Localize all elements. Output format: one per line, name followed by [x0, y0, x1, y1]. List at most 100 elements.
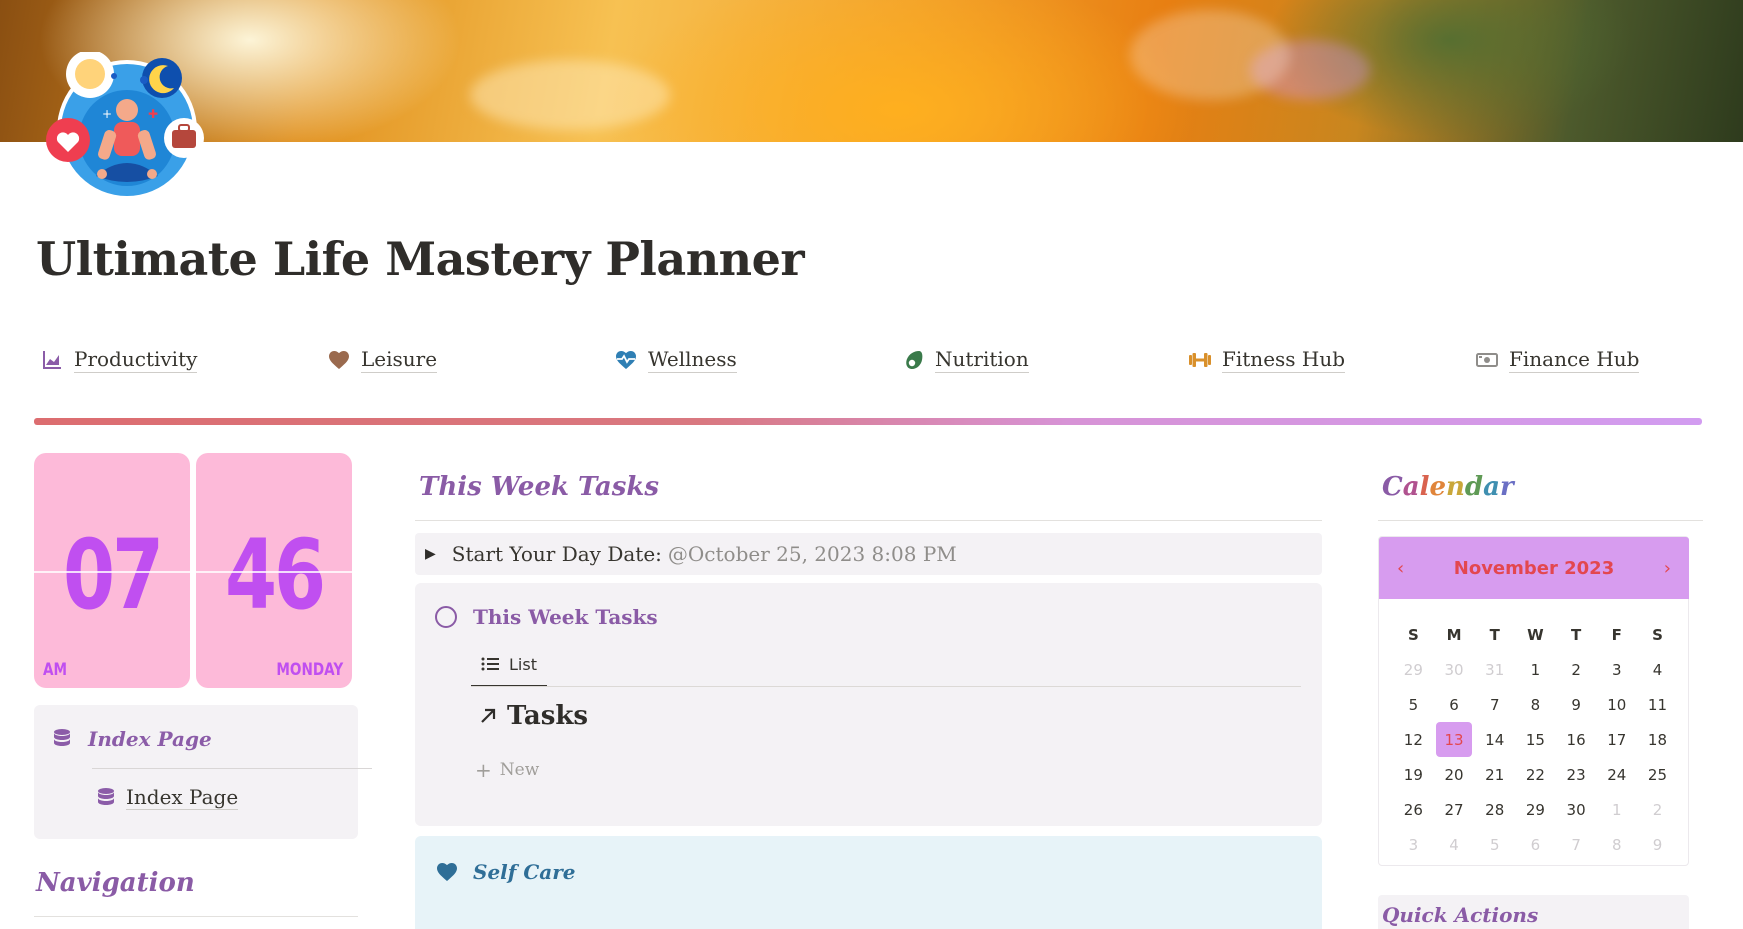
calendar-month-label: November 2023 — [1453, 557, 1615, 579]
calendar-day[interactable]: 27 — [1434, 792, 1475, 827]
view-tab-label: List — [509, 654, 537, 674]
clock-weekday: MONDAY — [276, 660, 344, 680]
arrow-up-right-icon — [481, 708, 496, 723]
database-icon — [54, 729, 70, 746]
calendar-day[interactable]: 30 — [1434, 652, 1475, 687]
clock-split-line — [34, 571, 190, 573]
calendar-day[interactable]: 7 — [1474, 687, 1515, 722]
calendar-day[interactable]: 12 — [1393, 722, 1434, 757]
calendar-day[interactable]: 7 — [1556, 827, 1597, 862]
quick-actions-card: Quick Actions — [1378, 895, 1689, 929]
nav-link-leisure[interactable]: Leisure — [327, 347, 438, 373]
tasks-card-heading: This Week Tasks — [473, 605, 658, 629]
calendar-day[interactable]: 22 — [1515, 757, 1556, 792]
calendar-day[interactable]: 8 — [1515, 687, 1556, 722]
tasks-database-link[interactable]: Tasks — [477, 701, 588, 731]
calendar-day[interactable]: 2 — [1556, 652, 1597, 687]
new-task-button[interactable]: + New — [475, 758, 539, 782]
divider — [471, 686, 1301, 687]
start-day-toggle[interactable]: ▶ Start Your Day Date: @October 25, 2023… — [415, 533, 1322, 575]
calendar-day[interactable]: 30 — [1556, 792, 1597, 827]
calendar-day[interactable]: 19 — [1393, 757, 1434, 792]
heartbeat-icon — [616, 351, 636, 369]
circle-icon — [435, 606, 457, 628]
calendar-day[interactable]: 17 — [1596, 722, 1637, 757]
calendar-day[interactable]: 14 — [1474, 722, 1515, 757]
nav-link-fitness-hub[interactable]: Fitness Hub — [1188, 347, 1346, 373]
calendar-day[interactable]: 29 — [1393, 652, 1434, 687]
calendar-day[interactable]: 1 — [1596, 792, 1637, 827]
calendar-day[interactable]: 15 — [1515, 722, 1556, 757]
self-care-card: Self Care — [415, 836, 1322, 929]
divider — [415, 520, 1322, 521]
nav-link-productivity[interactable]: Productivity — [40, 347, 198, 373]
weekday-label: S — [1652, 625, 1663, 644]
calendar-day[interactable]: 5 — [1474, 827, 1515, 862]
calendar-day[interactable]: 20 — [1434, 757, 1475, 792]
calendar-day[interactable]: 21 — [1474, 757, 1515, 792]
quick-actions-heading: Quick Actions — [1382, 903, 1539, 927]
date-mention[interactable]: @October 25, 2023 8:08 PM — [668, 542, 957, 566]
calendar-day[interactable]: 6 — [1515, 827, 1556, 862]
new-label: New — [499, 760, 540, 780]
weekday-label: S — [1407, 625, 1419, 644]
calendar-day[interactable]: 16 — [1556, 722, 1597, 757]
calendar-day[interactable]: 2 — [1637, 792, 1678, 827]
weekday-label: F — [1611, 625, 1622, 644]
calendar-day[interactable]: 4 — [1637, 652, 1678, 687]
chart-icon — [43, 351, 61, 369]
calendar-day[interactable]: 26 — [1393, 792, 1434, 827]
nav-link-wellness[interactable]: Wellness — [614, 347, 737, 373]
calendar-day[interactable]: 24 — [1596, 757, 1637, 792]
navigation-heading: Navigation — [36, 868, 195, 898]
calendar-day[interactable]: 11 — [1637, 687, 1678, 722]
gradient-divider — [34, 418, 1702, 425]
database-icon — [98, 787, 114, 805]
calendar-header: ‹ November 2023 › — [1379, 537, 1689, 599]
clock-hour: 07 — [63, 519, 164, 631]
next-month-button[interactable]: › — [1664, 558, 1671, 579]
calendar-day[interactable]: 28 — [1474, 792, 1515, 827]
prev-month-button[interactable]: ‹ — [1397, 558, 1404, 579]
index-heading-label: Index Page — [88, 727, 212, 751]
calendar-day[interactable]: 23 — [1556, 757, 1597, 792]
calendar-day[interactable]: 9 — [1556, 687, 1597, 722]
week-heading: This Week Tasks — [419, 472, 660, 502]
money-icon — [1476, 353, 1498, 367]
calendar-day[interactable]: 3 — [1596, 652, 1637, 687]
calendar-day[interactable]: 3 — [1393, 827, 1434, 862]
page-title: Ultimate Life Mastery Planner — [36, 232, 805, 286]
clock-hour-card: 07 AM — [34, 453, 190, 688]
calendar-day[interactable]: 29 — [1515, 792, 1556, 827]
clock-minute: 46 — [225, 519, 326, 631]
calendar-day[interactable]: 10 — [1596, 687, 1637, 722]
view-tab-list[interactable]: List — [471, 643, 547, 687]
tasks-database-title: Tasks — [507, 701, 588, 731]
index-page-link[interactable]: Index Page — [96, 785, 239, 810]
calendar-day[interactable]: 1 — [1515, 652, 1556, 687]
avocado-icon — [906, 351, 923, 369]
divider — [1378, 520, 1703, 521]
calendar-day[interactable]: 5 — [1393, 687, 1434, 722]
weekday-label: T — [1570, 625, 1582, 644]
index-heading[interactable]: Index Page — [52, 727, 212, 751]
toggle-triangle-icon[interactable]: ▶ — [425, 546, 436, 562]
calendar-day[interactable]: 25 — [1637, 757, 1678, 792]
nav-link-label: Finance Hub — [1509, 347, 1640, 373]
calendar-day[interactable]: 8 — [1596, 827, 1637, 862]
calendar-day[interactable]: 18 — [1637, 722, 1678, 757]
nav-link-label: Wellness — [648, 347, 737, 373]
calendar-day[interactable]: 4 — [1434, 827, 1475, 862]
nav-link-label: Productivity — [74, 347, 198, 373]
weekday-label: W — [1527, 625, 1544, 644]
calendar-day[interactable]: 6 — [1434, 687, 1475, 722]
self-care-heading: Self Care — [473, 860, 576, 884]
heart-icon — [437, 863, 457, 881]
calendar-day[interactable]: 9 — [1637, 827, 1678, 862]
calendar-day-today[interactable]: 13 — [1435, 722, 1473, 757]
nav-link-nutrition[interactable]: Nutrition — [901, 347, 1029, 373]
calendar-day[interactable]: 31 — [1474, 652, 1515, 687]
toggle-label: Start Your Day Date: — [451, 542, 662, 566]
nav-link-finance-hub[interactable]: Finance Hub — [1475, 347, 1640, 373]
page-icon[interactable]: + ✚ — [44, 50, 204, 212]
